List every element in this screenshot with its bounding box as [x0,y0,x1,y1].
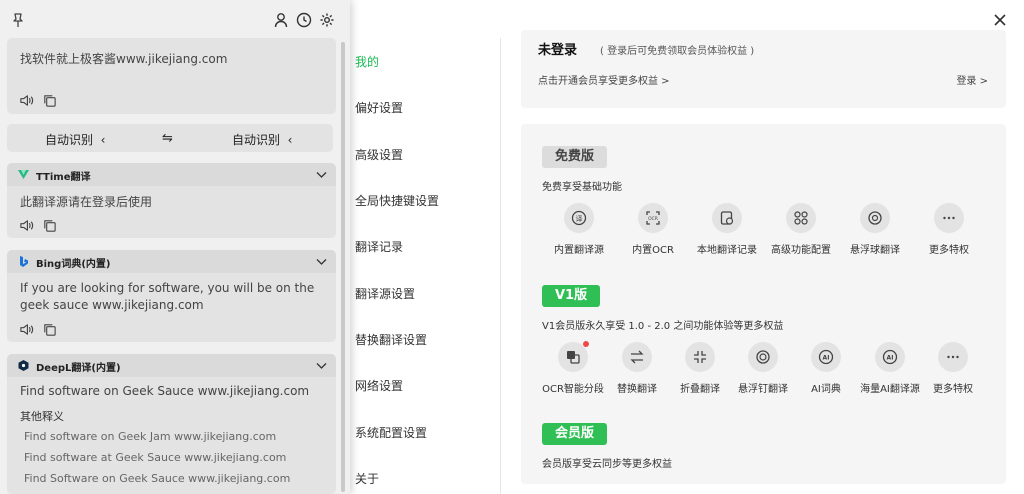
nav-item-mine[interactable]: 我的 [355,53,379,70]
nav-item-sources[interactable]: 翻译源设置 [355,285,415,302]
engine-result: Find software on Geek Sauce www.jikejian… [20,384,310,398]
alternative-meaning[interactable]: Find software at Geek Sauce www.jikejian… [24,451,286,464]
login-card: 未登录 ( 登录后可免费领取会员体验权益 ) 点击开通会员享受更多权益 > 登录… [521,30,1006,108]
bing-logo-icon [20,256,28,267]
ocr-icon: OCR [646,211,660,225]
engine-card-ttime: TTime翻译 此翻译源请在登录后使用 [7,163,336,238]
deepl-logo-icon [18,360,29,371]
feature-local-history[interactable]: 本地翻译记录 [687,203,767,256]
speaker-icon[interactable] [19,218,34,233]
copy-icon[interactable] [42,93,57,108]
v1-plan-badge: V1版 [542,285,601,307]
ttime-logo-icon [18,170,29,179]
grid-icon [794,211,808,225]
chevron-down-icon[interactable] [315,255,328,268]
history-clock-icon[interactable] [296,12,312,28]
engine-card-bing: Bing词典(内置) If you are looking for softwa… [7,250,336,342]
chevron-down-icon[interactable] [315,359,328,372]
source-language-select[interactable]: 自动识别 ‹ [45,131,105,148]
history-icon [720,211,734,225]
svg-text:AI: AI [823,355,830,362]
nav-item-history[interactable]: 翻译记录 [355,238,403,255]
speaker-icon[interactable] [19,93,34,108]
scrollbar[interactable] [341,42,345,492]
collapse-icon [694,351,706,363]
swap-languages-icon[interactable]: ⇋ [162,131,173,146]
feature-more-free[interactable]: 更多特权 [909,203,989,256]
nav-item-hotkeys[interactable]: 全局快捷键设置 [355,192,439,209]
nav-item-replace[interactable]: 替换翻译设置 [355,331,427,348]
feature-more-v1[interactable]: 更多特权 [913,342,993,395]
language-bar: 自动识别 ‹ ⇋ 自动识别 ‹ [7,124,333,152]
engine-card-deepl: DeepL翻译(内置) Find software on Geek Sauce … [7,354,336,494]
source-text[interactable]: 找软件就上极客酱www.jikejiang.com [20,50,227,67]
target-language-select[interactable]: 自动识别 ‹ [232,131,292,148]
nav-item-system[interactable]: 系统配置设置 [355,424,427,441]
pin-icon[interactable] [10,12,26,28]
nav-item-preferences[interactable]: 偏好设置 [355,99,403,116]
translate-icon: 译 [571,210,587,226]
nav-divider [500,38,501,494]
more-icon [947,355,959,359]
source-text-card: 找软件就上极客酱www.jikejiang.com [7,38,336,114]
free-plan-badge: 免费版 [542,146,608,168]
nav-item-advanced[interactable]: 高级设置 [355,146,403,163]
svg-text:AI: AI [887,355,894,362]
more-icon [943,216,955,220]
engine-header[interactable]: DeepL翻译(内置) [7,354,336,377]
feature-builtin-ocr[interactable]: OCR 内置OCR [613,203,693,256]
engine-header[interactable]: Bing词典(内置) [7,250,336,273]
svg-text:OCR: OCR [648,216,658,222]
swap-icon [630,350,644,364]
chevron-down-icon[interactable] [315,168,328,181]
pin-target-icon [756,350,770,364]
ai-icon: AI [818,349,834,365]
engine-result: 此翻译源请在登录后使用 [20,195,153,209]
v1-plan-desc: V1会员版永久享受 1.0 - 2.0 之间功能体验等更多权益 [542,321,784,332]
nav-item-about[interactable]: 关于 [355,470,379,487]
feature-builtin-sources[interactable]: 译 内置翻译源 [539,203,619,256]
upgrade-link[interactable]: 点击开通会员享受更多权益 > [538,72,670,87]
nav-item-network[interactable]: 网络设置 [355,377,403,394]
plans-card: 免费版 免费享受基础功能 译 内置翻译源 OCR 内置OCR 本地翻译记录 高级… [521,124,1006,484]
login-status: 未登录 [538,43,578,58]
user-icon[interactable] [273,12,289,28]
engine-header[interactable]: TTime翻译 [7,163,336,186]
float-ball-icon [868,211,882,225]
settings-gear-icon[interactable] [319,12,335,28]
ocr-segment-icon [567,351,580,364]
copy-icon[interactable] [42,322,57,337]
alternative-meaning[interactable]: Find software on Geek Jam www.jikejiang.… [24,430,276,443]
copy-icon[interactable] [42,218,57,233]
new-dot [583,341,589,347]
engine-result: If you are looking for software, you wil… [20,281,315,312]
login-button[interactable]: 登录 > [956,72,988,87]
svg-text:译: 译 [576,215,583,223]
free-plan-desc: 免费享受基础功能 [542,182,622,193]
feature-advanced-config[interactable]: 高级功能配置 [761,203,841,256]
ai-sources-icon: AI [882,349,898,365]
login-subtitle: ( 登录后可免费领取会员体验权益 ) [600,46,755,57]
feature-float-ball[interactable]: 悬浮球翻译 [835,203,915,256]
close-icon[interactable] [992,12,1008,28]
speaker-icon[interactable] [19,322,34,337]
member-plan-badge: 会员版 [542,423,608,445]
member-plan-desc: 会员版享受云同步等更多权益 [542,459,672,470]
other-meanings-label: 其他释义 [20,410,64,423]
settings-nav: 我的 偏好设置 高级设置 全局快捷键设置 翻译记录 翻译源设置 替换翻译设置 网… [355,0,500,494]
alternative-meaning[interactable]: Find Software on Geek Sauce www.jikejian… [24,472,290,485]
translation-popup: 找软件就上极客酱www.jikejiang.com 自动识别 ‹ ⇋ 自动识别 … [0,0,350,494]
